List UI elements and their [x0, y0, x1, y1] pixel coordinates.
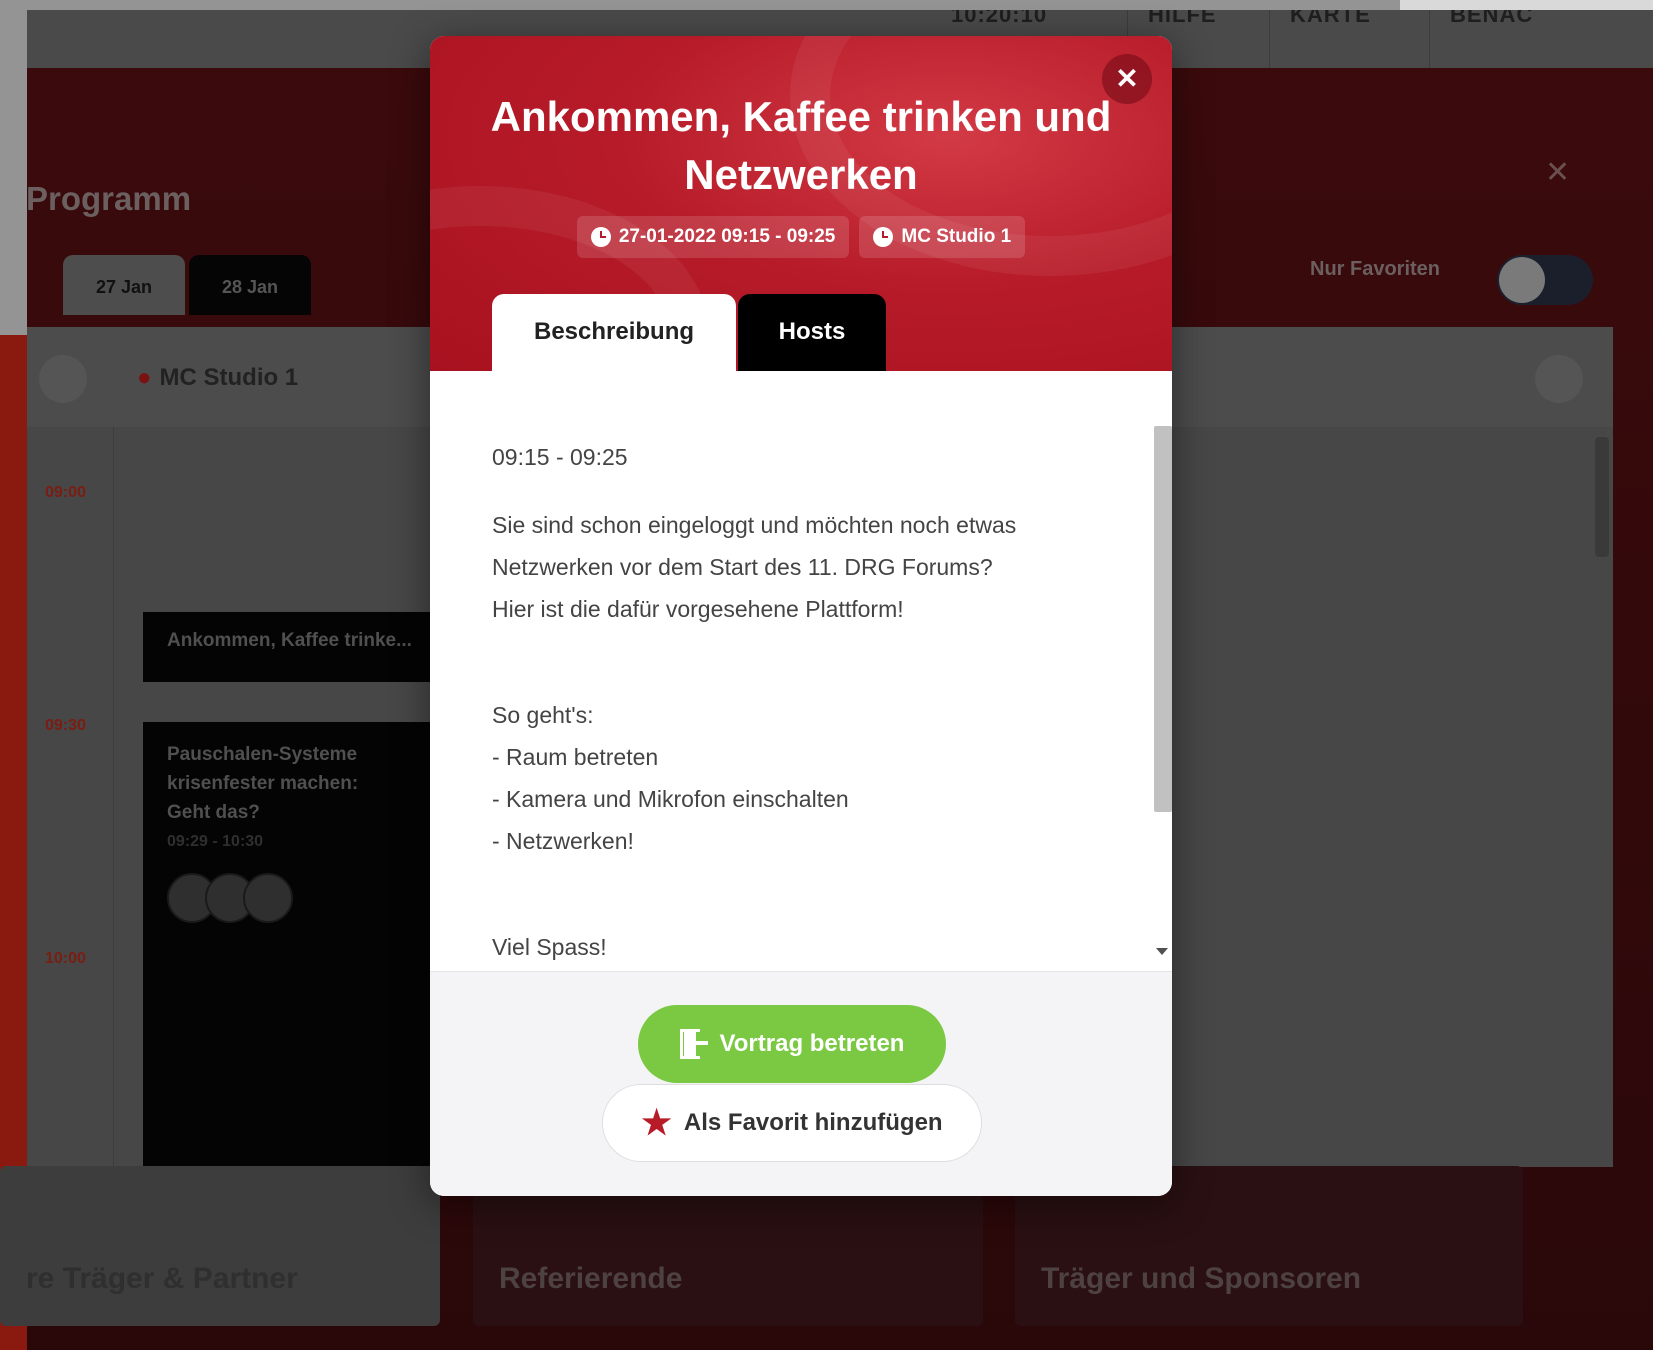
day-tab-28[interactable]: 28 Jan — [189, 255, 311, 315]
location-text: MC Studio 1 — [901, 226, 1012, 247]
event-title: Ankommen, Kaffee trinke... — [167, 630, 412, 651]
add-favorite-button[interactable]: ★ Als Favorit hinzufügen — [602, 1084, 982, 1162]
modal-description: 09:15 - 09:25 Sie sind schon eingeloggt … — [430, 371, 1146, 971]
day-tab-27[interactable]: 27 Jan — [63, 255, 185, 315]
scroll-down-arrow-icon[interactable] — [1156, 948, 1168, 955]
session-modal: ✕ Ankommen, Kaffee trinken und Netzwerke… — [430, 36, 1172, 1196]
time-label: 09:00 — [45, 484, 86, 501]
closing-text: Viel Spass! — [492, 934, 607, 960]
scrollbar-thumb[interactable] — [1154, 426, 1172, 812]
speaker-avatars — [167, 873, 429, 923]
enter-session-label: Vortrag betreten — [719, 1030, 905, 1057]
clock-icon — [590, 227, 611, 247]
enter-session-button[interactable]: Vortrag betreten — [638, 1005, 946, 1083]
nav-map[interactable]: KARTE — [1269, 10, 1429, 68]
nav-notifications[interactable]: BENAC — [1429, 10, 1653, 68]
schedule-scrollbar[interactable] — [1595, 437, 1609, 557]
step-item: - Kamera und Mikrofon einschalten — [492, 786, 849, 812]
room-name: MC Studio 1 — [159, 364, 299, 391]
description-line: Hier ist die dafür vorgesehene Plattform… — [492, 596, 904, 622]
step-item: - Raum betreten — [492, 744, 659, 770]
modal-header: ✕ Ankommen, Kaffee trinken und Netzwerke… — [430, 36, 1172, 371]
step-item: - Netzwerken! — [492, 828, 634, 854]
description-scrollbar[interactable] — [1146, 386, 1172, 976]
room-label: ● MC Studio 1 — [137, 364, 298, 392]
location-pin-icon: ● — [137, 364, 152, 391]
favorites-label: Nur Favoriten — [1310, 258, 1441, 280]
datetime-badge: 27-01-2022 09:15 - 09:25 — [576, 216, 850, 258]
next-room-button[interactable] — [1535, 355, 1583, 403]
event-title: Pauschalen-Systeme krisenfester machen: … — [167, 744, 359, 823]
description-line: Netzwerken vor dem Start des 11. DRG For… — [492, 554, 993, 580]
time-label: 10:00 — [45, 950, 86, 967]
favorites-toggle[interactable] — [1497, 255, 1593, 305]
prev-room-button[interactable] — [39, 355, 87, 403]
description-line: Sie sind schon eingeloggt und möchten no… — [492, 512, 1017, 538]
avatar — [243, 873, 293, 923]
event-time: 09:29 - 10:30 — [167, 833, 264, 850]
datetime-text: 27-01-2022 09:15 - 09:25 — [618, 226, 836, 247]
event-card[interactable]: Pauschalen-Systeme krisenfester machen: … — [143, 722, 453, 1167]
time-label: 09:30 — [45, 717, 86, 734]
modal-title: Ankommen, Kaffee trinken und Netzwerken — [490, 93, 1112, 198]
steps-heading: So geht's: — [492, 702, 594, 728]
tile-partners[interactable]: re Träger & Partner — [0, 1166, 440, 1326]
tab-hosts[interactable]: Hosts — [738, 294, 886, 371]
panel-close-icon[interactable]: ✕ — [1545, 155, 1570, 190]
event-card[interactable]: Ankommen, Kaffee trinke... — [143, 612, 453, 682]
modal-footer: Vortrag betreten ★ Als Favorit hinzufüge… — [430, 971, 1172, 1196]
star-icon: ★ — [641, 1104, 672, 1142]
toggle-knob — [1499, 257, 1545, 303]
location-badge: MC Studio 1 — [859, 216, 1026, 258]
session-time: 09:15 - 09:25 — [492, 444, 628, 470]
program-title: Programm — [26, 180, 192, 217]
door-enter-icon — [679, 1029, 708, 1059]
clock-icon — [873, 227, 894, 247]
add-favorite-label: Als Favorit hinzufügen — [683, 1109, 943, 1136]
tab-description[interactable]: Beschreibung — [492, 294, 736, 371]
page-corner — [1400, 0, 1653, 10]
meta-row: 27-01-2022 09:15 - 09:25 MC Studio 1 — [430, 216, 1172, 258]
